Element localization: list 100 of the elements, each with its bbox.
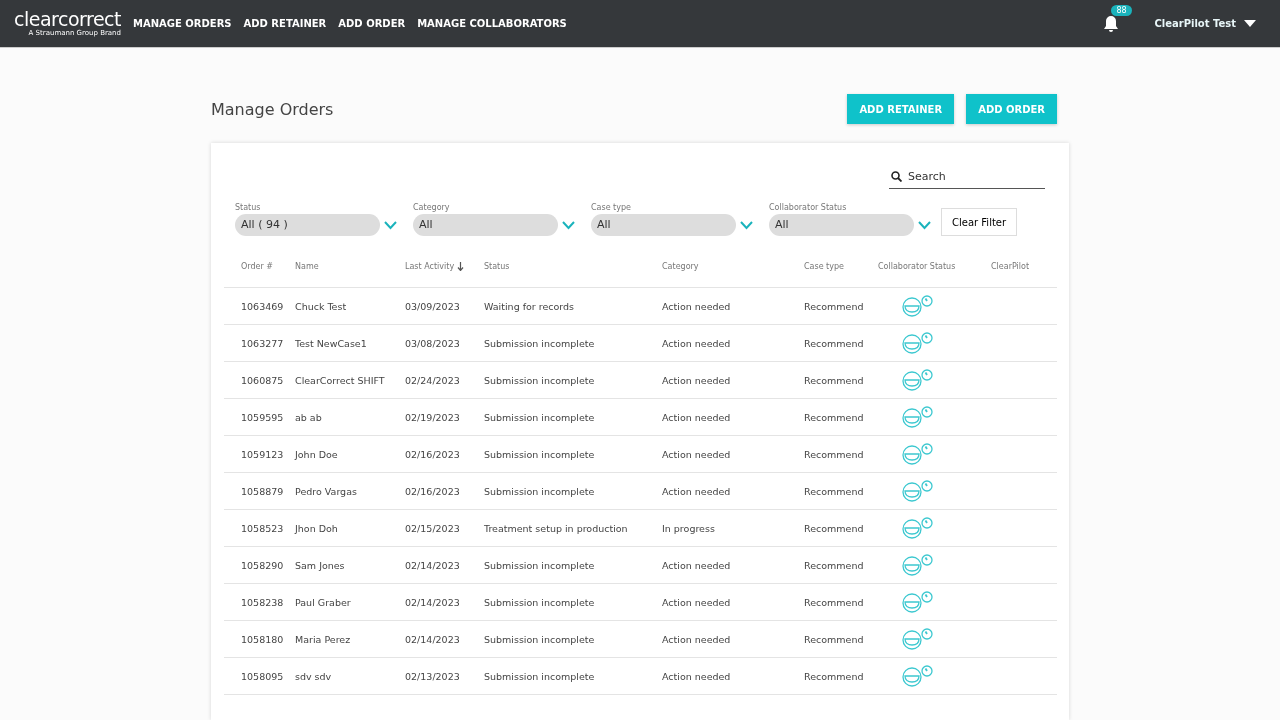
- chevron-down-icon[interactable]: [740, 220, 753, 230]
- table-cell: Submission incomplete: [484, 411, 595, 423]
- table-cell: 1063469: [241, 300, 284, 312]
- brand-logo[interactable]: clearcorrect: [14, 9, 121, 29]
- table-cell: 03/09/2023: [405, 300, 460, 312]
- table-cell: Recommend: [804, 522, 864, 534]
- table-cell: 1058290: [241, 559, 284, 571]
- table-cell: sdv sdv: [295, 670, 332, 682]
- collaborator-status-icon: [902, 480, 934, 502]
- page-title: Manage Orders: [211, 99, 335, 119]
- collaborator-status-icon: [902, 295, 934, 317]
- table-cell: Action needed: [662, 337, 731, 349]
- collaborator-status-icon: [902, 517, 934, 539]
- nav-link[interactable]: MANAGE ORDERS: [133, 18, 232, 29]
- table-cell: 1059595: [241, 411, 284, 423]
- table-cell: 02/13/2023: [405, 670, 460, 682]
- collaborator-status-icon: [902, 406, 934, 428]
- filter-label: Category: [413, 203, 451, 212]
- table-cell: Recommend: [804, 448, 864, 460]
- table-cell: Paul Graber: [295, 596, 351, 608]
- table-cell: John Doe: [295, 448, 338, 460]
- table-cell: Recommend: [804, 596, 864, 608]
- table-cell: ab ab: [295, 411, 322, 423]
- table-cell: Recommend: [804, 337, 864, 349]
- table-cell: Action needed: [662, 485, 731, 497]
- table-cell: Maria Perez: [295, 633, 351, 645]
- collaborator-status-icon: [902, 628, 934, 650]
- table-cell: Recommend: [804, 374, 864, 386]
- column-header[interactable]: Case type: [804, 262, 844, 271]
- table-cell: Jhon Doh: [295, 522, 338, 534]
- search-field[interactable]: Search: [906, 169, 1030, 184]
- filter-dropdown[interactable]: All: [413, 214, 558, 236]
- table-cell: Recommend: [804, 633, 864, 645]
- filter-label: Case type: [591, 203, 632, 212]
- table-cell: 02/14/2023: [405, 596, 460, 608]
- nav-link[interactable]: MANAGE COLLABORATORS: [417, 18, 567, 29]
- table-cell: 02/15/2023: [405, 522, 460, 534]
- table-cell: Sam Jones: [295, 559, 345, 571]
- column-header[interactable]: Order #: [241, 262, 273, 271]
- chevron-down-icon[interactable]: [384, 220, 397, 230]
- table-cell: Treatment setup in production: [484, 522, 628, 534]
- collaborator-status-icon: [902, 554, 934, 576]
- table-cell: In progress: [662, 522, 715, 534]
- table-cell: Action needed: [662, 670, 731, 682]
- column-header[interactable]: Status: [484, 262, 510, 271]
- table-cell: Submission incomplete: [484, 374, 595, 386]
- table-cell: 1058095: [241, 670, 284, 682]
- table-cell: 1058879: [241, 485, 284, 497]
- table-cell: Submission incomplete: [484, 559, 595, 571]
- table-cell: Chuck Test: [295, 300, 347, 312]
- table-cell: 1059123: [241, 448, 284, 460]
- chevron-down-icon[interactable]: [562, 220, 575, 230]
- nav-link[interactable]: ADD ORDER: [338, 18, 406, 29]
- table-cell: Submission incomplete: [484, 633, 595, 645]
- table-cell: Action needed: [662, 448, 731, 460]
- table-cell: Recommend: [804, 300, 864, 312]
- table-cell: Action needed: [662, 411, 731, 423]
- table-cell: Pedro Vargas: [295, 485, 357, 497]
- chevron-down-icon[interactable]: [918, 220, 931, 230]
- column-header[interactable]: Category: [662, 262, 699, 271]
- caret-icon[interactable]: [1244, 20, 1256, 27]
- table-cell: ClearCorrect SHIFT: [295, 374, 385, 386]
- filter-dropdown[interactable]: All: [769, 214, 914, 236]
- column-header[interactable]: Name: [295, 262, 319, 271]
- collaborator-status-icon: [902, 443, 934, 465]
- table-cell: 1058180: [241, 633, 284, 645]
- column-header[interactable]: Last Activity: [405, 262, 455, 271]
- collaborator-status-icon: [902, 369, 934, 391]
- table-cell: Action needed: [662, 300, 731, 312]
- filter-dropdown[interactable]: All ( 94 ): [235, 214, 380, 236]
- table-cell: 02/16/2023: [405, 448, 460, 460]
- table-cell: 1058238: [241, 596, 284, 608]
- table-cell: Action needed: [662, 633, 731, 645]
- table-cell: 02/24/2023: [405, 374, 460, 386]
- filter-label: Collaborator Status: [769, 203, 848, 212]
- table-cell: 03/08/2023: [405, 337, 460, 349]
- column-header[interactable]: Collaborator Status: [878, 262, 956, 271]
- table-cell: Submission incomplete: [484, 596, 595, 608]
- collaborator-status-icon: [902, 332, 934, 354]
- user-name[interactable]: ClearPilot Test: [1154, 18, 1236, 29]
- table-cell: Submission incomplete: [484, 337, 595, 349]
- sort-down-icon[interactable]: [457, 262, 465, 271]
- table-cell: Submission incomplete: [484, 448, 595, 460]
- table-cell: 02/19/2023: [405, 411, 460, 423]
- notification-badge: 88: [1111, 4, 1132, 16]
- nav-link[interactable]: ADD RETAINER: [243, 18, 327, 29]
- bell-icon[interactable]: [1102, 13, 1121, 34]
- table-cell: Recommend: [804, 670, 864, 682]
- table-cell: 1060875: [241, 374, 284, 386]
- table-cell: Submission incomplete: [484, 670, 595, 682]
- collaborator-status-icon: [902, 591, 934, 613]
- table-cell: Test NewCase1: [295, 337, 367, 349]
- table-cell: 02/16/2023: [405, 485, 460, 497]
- filter-dropdown[interactable]: All: [591, 214, 736, 236]
- table-cell: Action needed: [662, 559, 731, 571]
- column-header[interactable]: ClearPilot: [991, 262, 1030, 271]
- table-cell: 1063277: [241, 337, 284, 349]
- table-cell: Action needed: [662, 596, 731, 608]
- clear-filter-button[interactable]: Clear Filter: [941, 208, 1018, 236]
- table-cell: Recommend: [804, 559, 864, 571]
